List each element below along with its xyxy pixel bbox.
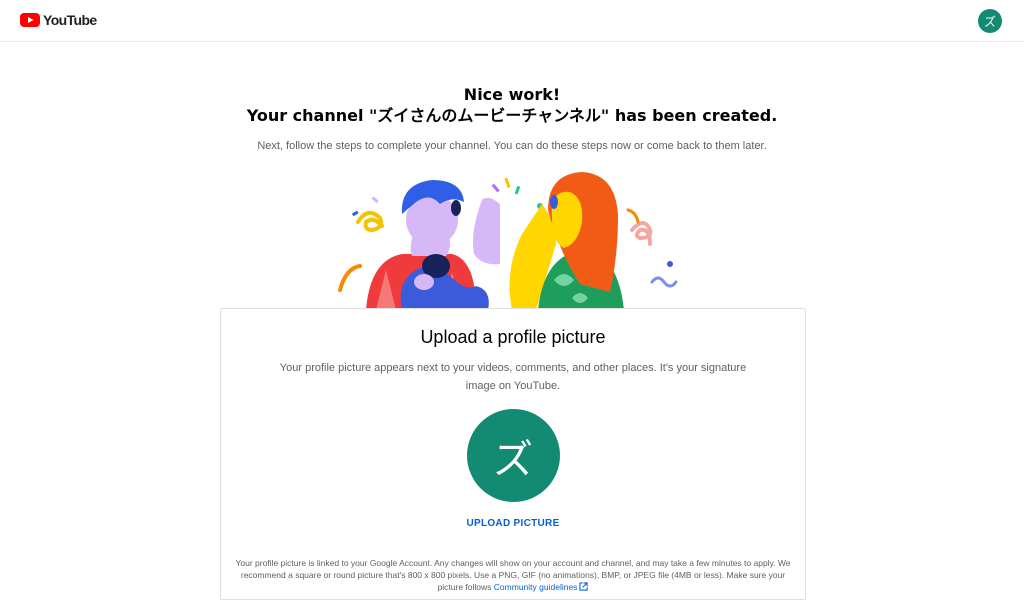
logo-text: YouTube xyxy=(43,12,97,28)
created-suffix: " has been created. xyxy=(600,106,778,125)
community-guidelines-label: Community guidelines xyxy=(493,582,578,592)
youtube-play-icon xyxy=(20,13,40,27)
community-guidelines-link[interactable]: Community guidelines xyxy=(494,582,589,592)
upload-picture-button[interactable]: UPLOAD PICTURE xyxy=(466,518,559,529)
profile-fine-print: Your profile picture is linked to your G… xyxy=(233,557,793,593)
channel-created-message: Your channel "ズイさんのムービーチャンネル" has been c… xyxy=(0,105,1024,127)
top-bar: YouTube ズ xyxy=(0,0,1024,42)
hero: Nice work! Your channel "ズイさんのムービーチャンネル"… xyxy=(0,84,1024,153)
account-avatar[interactable]: ズ xyxy=(978,9,1002,33)
external-link-icon xyxy=(579,582,589,591)
youtube-logo[interactable]: YouTube xyxy=(20,12,97,28)
card-description: Your profile picture appears next to you… xyxy=(279,362,747,392)
celebration-illustration xyxy=(338,172,678,310)
hero-subtitle: Next, follow the steps to complete your … xyxy=(257,140,767,152)
channel-name: ズイさんのムービーチャンネル xyxy=(377,106,601,125)
upload-profile-card: Upload a profile picture Your profile pi… xyxy=(220,308,806,600)
profile-picture-avatar[interactable]: ズ xyxy=(466,409,560,502)
hero-title: Nice work! xyxy=(463,85,561,104)
created-prefix: Your channel " xyxy=(246,106,378,125)
card-title: Upload a profile picture xyxy=(420,327,606,347)
